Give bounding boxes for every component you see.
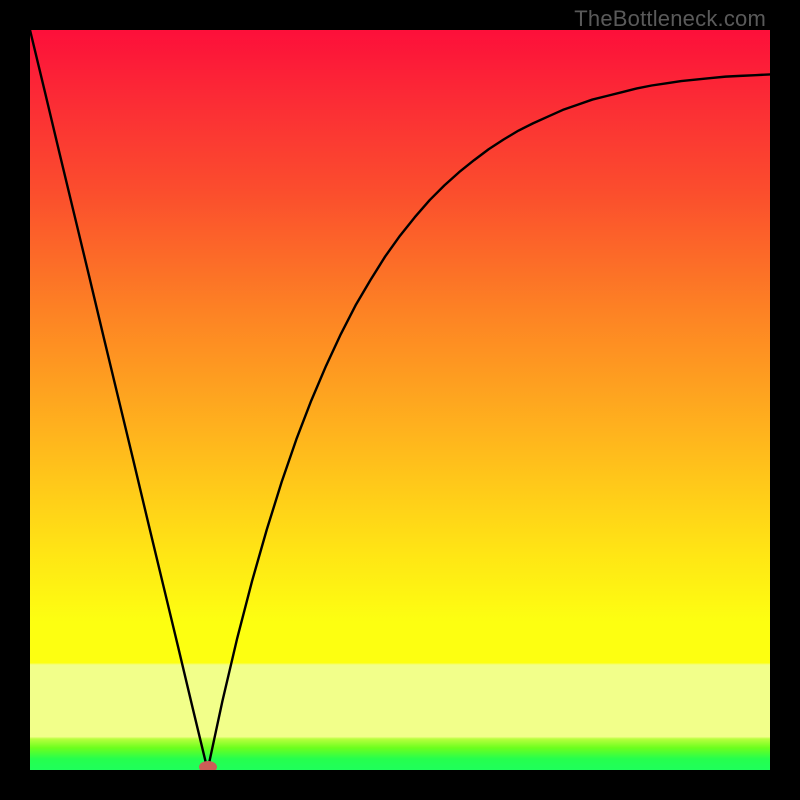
attribution-text: TheBottleneck.com <box>574 6 766 32</box>
chart-frame: TheBottleneck.com <box>0 0 800 800</box>
minimum-marker <box>199 761 217 770</box>
bottleneck-curve <box>30 30 770 770</box>
plot-area <box>30 30 770 770</box>
